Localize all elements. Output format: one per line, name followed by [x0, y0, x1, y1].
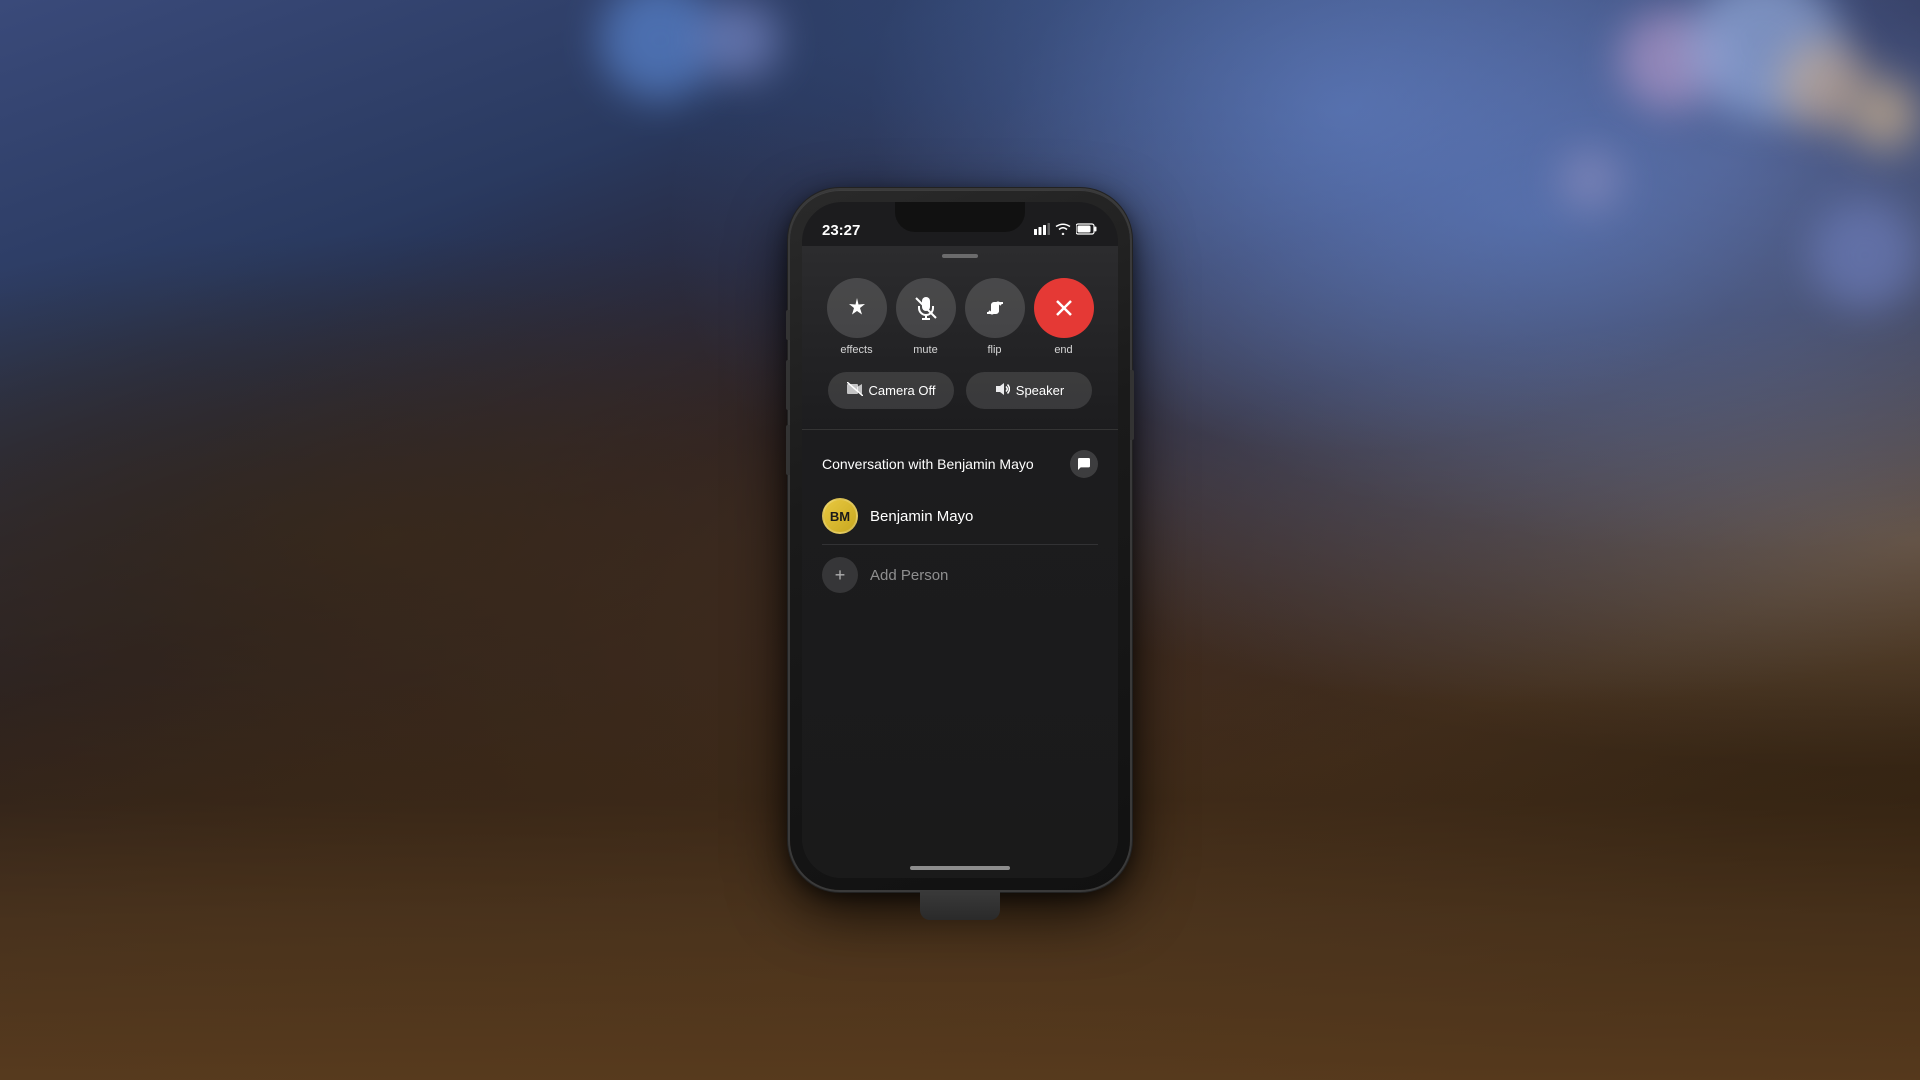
speaker-icon [994, 382, 1010, 399]
volume-down-button[interactable] [786, 425, 790, 475]
phone-screen: 23:27 [802, 202, 1118, 878]
status-time: 23:27 [822, 222, 860, 239]
home-indicator[interactable] [910, 866, 1010, 870]
end-label: end [1054, 344, 1072, 356]
mute-circle [896, 278, 956, 338]
contact-avatar: BM [822, 498, 858, 534]
camera-off-button[interactable]: Camera Off [828, 372, 954, 409]
bokeh-circle [700, 0, 780, 80]
effects-circle [827, 278, 887, 338]
wifi-icon [1055, 223, 1071, 238]
camera-off-icon [847, 382, 863, 399]
phone-device: 23:27 [790, 190, 1130, 890]
effects-button[interactable]: effects [827, 278, 887, 356]
speaker-button[interactable]: Speaker [966, 372, 1092, 409]
notch [895, 202, 1025, 232]
conversation-header: Conversation with Benjamin Mayo [822, 440, 1098, 488]
battery-icon [1076, 223, 1098, 238]
contact-row: BM Benjamin Mayo [822, 488, 1098, 545]
flip-circle [965, 278, 1025, 338]
message-button[interactable] [1070, 450, 1098, 478]
status-icons [1034, 223, 1098, 238]
mute-button[interactable]: mute [896, 278, 956, 356]
contact-initials: BM [830, 509, 850, 524]
power-button[interactable] [1130, 370, 1134, 440]
camera-off-label: Camera Off [869, 383, 936, 398]
contact-name: Benjamin Mayo [870, 508, 973, 525]
flip-label: flip [987, 344, 1001, 356]
bokeh-circle [1850, 80, 1920, 150]
add-person-label: Add Person [870, 567, 948, 584]
call-controls: effects [802, 258, 1118, 419]
mute-label: mute [913, 344, 937, 356]
effects-label: effects [840, 344, 872, 356]
phone-stand [920, 890, 1000, 920]
volume-silent-button[interactable] [786, 310, 790, 340]
end-circle [1034, 278, 1094, 338]
add-person-row[interactable]: + Add Person [822, 545, 1098, 605]
conversation-title: Conversation with Benjamin Mayo [822, 456, 1034, 472]
conversation-section: Conversation with Benjamin Mayo BM Benja… [802, 440, 1118, 605]
section-divider [802, 429, 1118, 430]
speaker-label: Speaker [1016, 383, 1064, 398]
bokeh-circle [1560, 150, 1620, 210]
screen-content: effects [802, 246, 1118, 878]
bokeh-circle [1810, 200, 1920, 310]
flip-button[interactable]: flip [965, 278, 1025, 356]
signal-icon [1034, 223, 1050, 238]
secondary-controls-row: Camera Off Speaker [822, 372, 1098, 409]
main-controls-row: effects [822, 278, 1098, 356]
end-call-button[interactable]: end [1034, 278, 1094, 356]
volume-up-button[interactable] [786, 360, 790, 410]
add-person-icon: + [822, 557, 858, 593]
phone-shell: 23:27 [790, 190, 1130, 890]
